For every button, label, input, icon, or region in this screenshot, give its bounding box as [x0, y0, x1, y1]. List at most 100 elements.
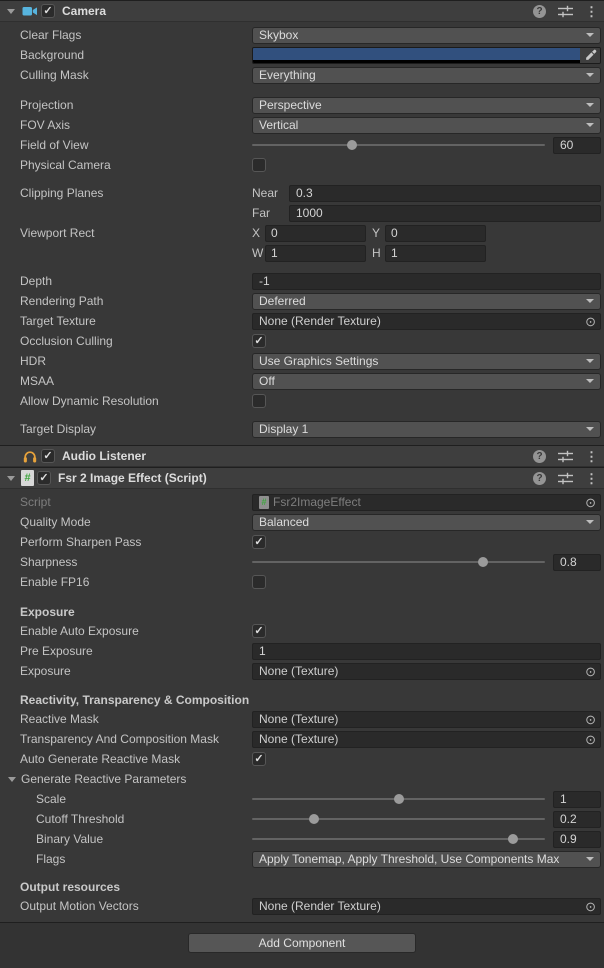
component-enabled-checkbox[interactable]: ✓ — [37, 471, 51, 485]
slider-track[interactable] — [252, 818, 545, 820]
slider-thumb[interactable] — [508, 834, 518, 844]
dropdown-projection[interactable]: Perspective — [252, 97, 601, 114]
axis-label: H — [372, 246, 385, 260]
row-enable-auto-exposure: Enable Auto Exposure✓ — [0, 621, 604, 641]
object-picker-icon[interactable]: ⊙ — [581, 665, 596, 678]
presets-icon[interactable] — [558, 5, 573, 18]
dropdown-value: Vertical — [259, 118, 298, 132]
input-w[interactable]: 1 — [265, 245, 366, 262]
slider-thumb[interactable] — [478, 557, 488, 567]
component-enabled-checkbox[interactable]: ✓ — [41, 449, 55, 463]
row-field-of-view: Field of View60 — [0, 135, 604, 155]
field-label: Cutoff Threshold — [20, 812, 252, 826]
field-value-area: Display 1 — [252, 421, 601, 438]
checkbox-enable-auto-exposure[interactable]: ✓ — [252, 624, 266, 638]
foldout-arrow-icon[interactable] — [8, 777, 16, 782]
help-icon[interactable]: ? — [533, 450, 546, 463]
input-y[interactable]: 0 — [385, 225, 486, 242]
object-picker-icon[interactable]: ⊙ — [581, 496, 596, 509]
kebab-menu-icon[interactable]: ⋮ — [585, 472, 598, 485]
dropdown-hdr[interactable]: Use Graphics Settings — [252, 353, 601, 370]
input-near[interactable]: 0.3 — [289, 185, 601, 202]
object-field-exposure[interactable]: None (Texture)⊙ — [252, 663, 601, 680]
object-picker-icon[interactable]: ⊙ — [581, 733, 596, 746]
component-title: Audio Listener — [62, 449, 146, 463]
row-enable-fp16: Enable FP16 — [0, 572, 604, 592]
checkbox-perform-sharpen-pass[interactable]: ✓ — [252, 535, 266, 549]
checkbox-physical-camera[interactable] — [252, 158, 266, 172]
component-header-audio-listener[interactable]: ✓ Audio Listener? ⋮ — [0, 445, 604, 467]
help-icon[interactable]: ? — [533, 5, 546, 18]
slider-thumb[interactable] — [347, 140, 357, 150]
slider-track[interactable] — [252, 838, 545, 840]
input-pre-exposure[interactable]: 1 — [252, 643, 601, 660]
dropdown-culling-mask[interactable]: Everything — [252, 67, 601, 84]
slider-thumb[interactable] — [309, 814, 319, 824]
dropdown-clear-flags[interactable]: Skybox — [252, 27, 601, 44]
slider-binary-value: 0.9 — [252, 831, 601, 848]
checkbox-auto-generate-reactive-mask[interactable]: ✓ — [252, 752, 266, 766]
dropdown-quality-mode[interactable]: Balanced — [252, 514, 601, 531]
object-field-target-texture[interactable]: None (Render Texture)⊙ — [252, 313, 601, 330]
dropdown-flags[interactable]: Apply Tonemap, Apply Threshold, Use Comp… — [252, 851, 601, 868]
field-value-area: X0Y0 — [252, 225, 601, 242]
slider-track[interactable] — [252, 561, 545, 563]
slider-thumb[interactable] — [394, 794, 404, 804]
object-field-script[interactable]: #Fsr2ImageEffect⊙ — [252, 494, 601, 511]
input-x[interactable]: 0 — [265, 225, 366, 242]
object-field-output-motion-vectors[interactable]: None (Render Texture)⊙ — [252, 898, 601, 915]
help-icon[interactable]: ? — [533, 472, 546, 485]
dropdown-fov-axis[interactable]: Vertical — [252, 117, 601, 134]
add-component-button[interactable]: Add Component — [188, 933, 416, 953]
dropdown-msaa[interactable]: Off — [252, 373, 601, 390]
dropdown-target-display[interactable]: Display 1 — [252, 421, 601, 438]
checkbox-enable-fp16[interactable] — [252, 575, 266, 589]
checkbox-occlusion-culling[interactable]: ✓ — [252, 334, 266, 348]
field-value-area: None (Texture)⊙ — [252, 711, 601, 728]
dropdown-value: Everything — [259, 68, 316, 82]
field-label: MSAA — [20, 374, 252, 388]
inspector-footer: Add Component — [0, 922, 604, 968]
slider-track[interactable] — [252, 144, 545, 146]
kebab-menu-icon[interactable]: ⋮ — [585, 450, 598, 463]
field-label: FOV Axis — [20, 118, 252, 132]
slider-value-input[interactable]: 0.8 — [553, 554, 601, 571]
foldout-arrow-icon[interactable] — [7, 9, 15, 14]
slider-value-input[interactable]: 0.9 — [553, 831, 601, 848]
checkbox-allow-dynamic-resolution[interactable] — [252, 394, 266, 408]
row-msaa: MSAAOff — [0, 371, 604, 391]
object-picker-icon[interactable]: ⊙ — [581, 900, 596, 913]
component-enabled-checkbox[interactable]: ✓ — [41, 4, 55, 18]
color-field-background[interactable] — [252, 47, 601, 64]
object-picker-icon[interactable]: ⊙ — [581, 315, 596, 328]
slider-track[interactable] — [252, 798, 545, 800]
presets-icon[interactable] — [558, 450, 573, 463]
foldout-arrow-icon[interactable] — [7, 476, 15, 481]
field-label: Culling Mask — [20, 68, 252, 82]
slider-value-input[interactable]: 0.2 — [553, 811, 601, 828]
object-picker-icon[interactable]: ⊙ — [581, 713, 596, 726]
input-h[interactable]: 1 — [385, 245, 486, 262]
field-value-area: None (Texture)⊙ — [252, 663, 601, 680]
field-label: Occlusion Culling — [20, 334, 252, 348]
row-depth: Depth-1 — [0, 271, 604, 291]
eyedropper-icon[interactable] — [580, 48, 600, 63]
field-value-area: Apply Tonemap, Apply Threshold, Use Comp… — [252, 851, 601, 868]
presets-icon[interactable] — [558, 472, 573, 485]
slider-value-input[interactable]: 60 — [553, 137, 601, 154]
component-header-fsr-2-image-effect-script[interactable]: #✓Fsr 2 Image Effect (Script)?⋮ — [0, 467, 604, 489]
input-far[interactable]: 1000 — [289, 205, 601, 222]
object-field-reactive-mask[interactable]: None (Texture)⊙ — [252, 711, 601, 728]
component-header-camera[interactable]: ✓Camera?⋮ — [0, 0, 604, 22]
dropdown-value: Skybox — [259, 28, 298, 42]
script-icon: # — [259, 496, 269, 509]
dropdown-rendering-path[interactable]: Deferred — [252, 293, 601, 310]
input-depth[interactable]: -1 — [252, 273, 601, 290]
sub-label: Near — [252, 186, 289, 200]
field-value-area: None (Render Texture)⊙ — [252, 898, 601, 915]
object-field-transparency-and-composition-mask[interactable]: None (Texture)⊙ — [252, 731, 601, 748]
slider-value-input[interactable]: 1 — [553, 791, 601, 808]
field-label: Binary Value — [20, 832, 252, 846]
row-gap — [0, 681, 604, 691]
kebab-menu-icon[interactable]: ⋮ — [585, 5, 598, 18]
